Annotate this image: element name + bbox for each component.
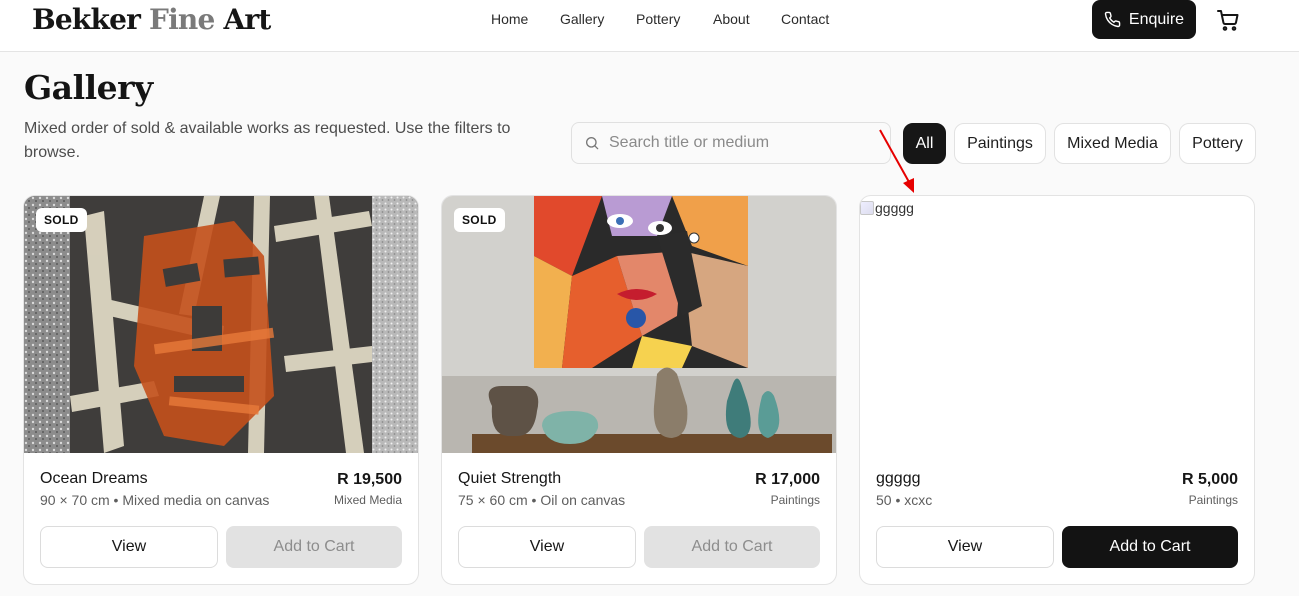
- add-to-cart-button[interactable]: Add to Cart: [226, 526, 402, 568]
- cart-icon[interactable]: [1216, 8, 1240, 32]
- artwork-card-ggggg: ggggg ggggg 50 • xcxc R 5,000 Paintings …: [859, 195, 1255, 585]
- annotation-arrow: [879, 129, 914, 193]
- search-box: [571, 122, 891, 164]
- nav-about[interactable]: About: [713, 11, 750, 27]
- artwork-price: R 5,000: [1181, 471, 1238, 488]
- nav-contact[interactable]: Contact: [781, 11, 829, 27]
- artwork-title: Quiet Strength: [458, 470, 562, 487]
- view-button[interactable]: View: [458, 526, 636, 568]
- artwork-card-quiet-strength: SOLD Quiet Strength 75 × 60 cm • Oil on …: [441, 195, 837, 585]
- artwork-price: R 19,500: [337, 471, 402, 488]
- artwork-meta: 50 • xcxc: [876, 492, 933, 508]
- broken-image-icon: [860, 201, 874, 215]
- phone-icon: [1104, 11, 1121, 28]
- filter-paintings[interactable]: Paintings: [954, 123, 1046, 164]
- site-header: Bekker Fine Art Home Gallery Pottery Abo…: [0, 0, 1299, 52]
- view-button[interactable]: View: [40, 526, 218, 568]
- sold-badge: SOLD: [36, 208, 87, 232]
- quiet-strength-image: [442, 196, 836, 453]
- page-subtitle: Mixed order of sold & available works as…: [24, 120, 511, 161]
- broken-image-placeholder: ggggg: [860, 200, 914, 216]
- nav-pottery[interactable]: Pottery: [636, 11, 680, 27]
- page-title: Gallery: [24, 68, 153, 107]
- artwork-category: Mixed Media: [333, 493, 402, 507]
- artwork-title: Ocean Dreams: [40, 470, 148, 487]
- nav-home[interactable]: Home: [491, 11, 528, 27]
- image-alt-text: ggggg: [875, 200, 914, 216]
- add-to-cart-button[interactable]: Add to Cart: [1062, 526, 1238, 568]
- artwork-meta: 90 × 70 cm • Mixed media on canvas: [40, 492, 270, 508]
- search-icon: [586, 137, 599, 150]
- artwork-price: R 17,000: [755, 471, 820, 488]
- ocean-dreams-image: [24, 196, 418, 453]
- search-input[interactable]: [609, 134, 879, 152]
- artwork-title: ggggg: [876, 470, 921, 487]
- artwork-image[interactable]: ggggg: [860, 196, 1254, 453]
- nav-gallery[interactable]: Gallery: [560, 11, 604, 27]
- view-button[interactable]: View: [876, 526, 1054, 568]
- artwork-image[interactable]: [24, 196, 418, 453]
- artwork-card-ocean-dreams: SOLD Ocean Dreams 90 × 70 cm • Mixed med…: [23, 195, 419, 585]
- enquire-label: Enquire: [1128, 10, 1185, 28]
- artwork-category: Paintings: [770, 493, 820, 507]
- artwork-image[interactable]: [442, 196, 836, 453]
- filter-mixed-media[interactable]: Mixed Media: [1054, 123, 1171, 164]
- add-to-cart-button[interactable]: Add to Cart: [644, 526, 820, 568]
- artwork-category: Paintings: [1188, 493, 1238, 507]
- enquire-button[interactable]: Enquire: [1092, 0, 1196, 39]
- artwork-meta: 75 × 60 cm • Oil on canvas: [458, 492, 626, 508]
- sold-badge: SOLD: [454, 208, 505, 232]
- filter-pottery[interactable]: Pottery: [1179, 123, 1256, 164]
